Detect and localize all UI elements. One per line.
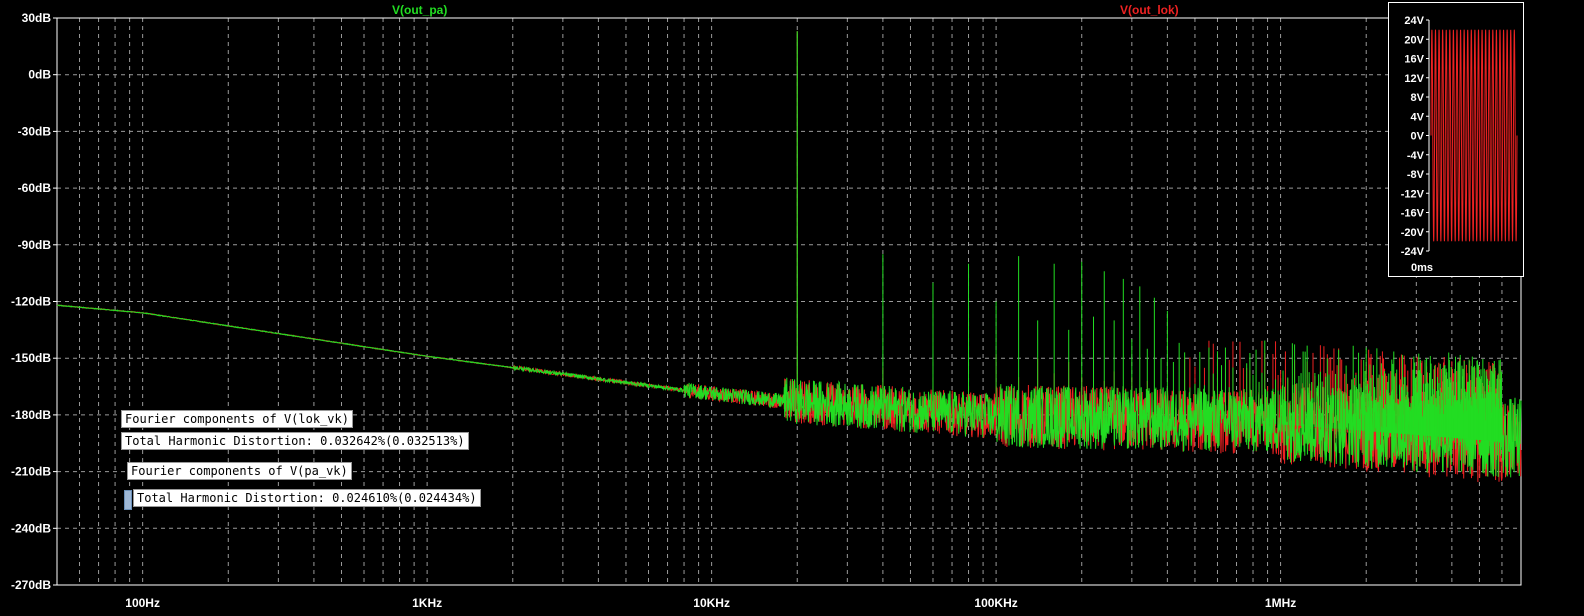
inset-y-tick-label: -20V <box>1401 227 1425 239</box>
y-tick-label: -30dB <box>18 124 52 138</box>
inset-waveform[interactable] <box>1430 29 1518 242</box>
inset-y-tick-label: 4V <box>1411 111 1425 123</box>
y-tick-label: 30dB <box>22 11 52 25</box>
y-tick-label: -240dB <box>11 521 51 535</box>
y-tick-label: -180dB <box>11 408 51 422</box>
inset-y-tick-label: 8V <box>1411 92 1425 104</box>
x-tick-label: 100KHz <box>974 596 1017 610</box>
trace-label-out-pa[interactable]: V(out_pa) <box>392 3 447 17</box>
y-tick-label: 0dB <box>28 68 51 82</box>
inset-y-tick-label: 20V <box>1404 34 1424 46</box>
x-tick-label: 1MHz <box>1265 596 1296 610</box>
x-tick-label: 100Hz <box>125 596 160 610</box>
fourier-title-pa[interactable]: Fourier components of V(pa_vk) <box>127 462 352 480</box>
y-tick-label: -270dB <box>11 578 51 592</box>
x-tick-label: 1KHz <box>412 596 442 610</box>
thd-value-lok[interactable]: Total Harmonic Distortion: 0.032642%(0.0… <box>121 432 469 450</box>
trace-label-out-lok[interactable]: V(out_lok) <box>1120 3 1179 17</box>
inset-y-tick-label: -4V <box>1407 150 1425 162</box>
x-tick-label: 10KHz <box>693 596 730 610</box>
fft-plot[interactable]: 30dB 0dB -30dB -60dB -90dB -120dB -150dB -180dB… <box>0 0 1584 616</box>
inset-y-tick-label: -12V <box>1401 188 1425 200</box>
inset-y-tick-label: 0V <box>1411 131 1425 143</box>
inset-y-tick-label: -8V <box>1407 169 1425 181</box>
thd-value-pa[interactable]: Total Harmonic Distortion: 0.024610%(0.0… <box>133 489 481 507</box>
inset-y-tick-label: 12V <box>1404 73 1424 85</box>
fourier-title-lok[interactable]: Fourier components of V(lok_vk) <box>121 410 353 428</box>
inset-y-tick-label: -16V <box>1401 208 1425 220</box>
y-tick-label: -120dB <box>11 295 51 309</box>
inset-y-tick-label: 16V <box>1404 54 1424 66</box>
inset-x-tick-label: 0ms <box>1411 262 1433 274</box>
inset-plot: 24V 20V 16V 12V 8V 4V 0V -4V -8V -12V -16V -20V -24V… <box>1401 15 1518 274</box>
y-tick-label: -210dB <box>11 465 51 479</box>
y-tick-label: -150dB <box>11 351 51 365</box>
y-tick-label: -60dB <box>18 181 52 195</box>
note-selection-marker[interactable] <box>124 490 132 510</box>
inset-y-tick-label: 24V <box>1404 15 1424 27</box>
y-tick-label: -90dB <box>18 238 52 252</box>
time-domain-inset[interactable]: 24V 20V 16V 12V 8V 4V 0V -4V -8V -12V -16V -20V -24V… <box>1388 2 1524 277</box>
inset-y-tick-label: -24V <box>1401 246 1425 258</box>
